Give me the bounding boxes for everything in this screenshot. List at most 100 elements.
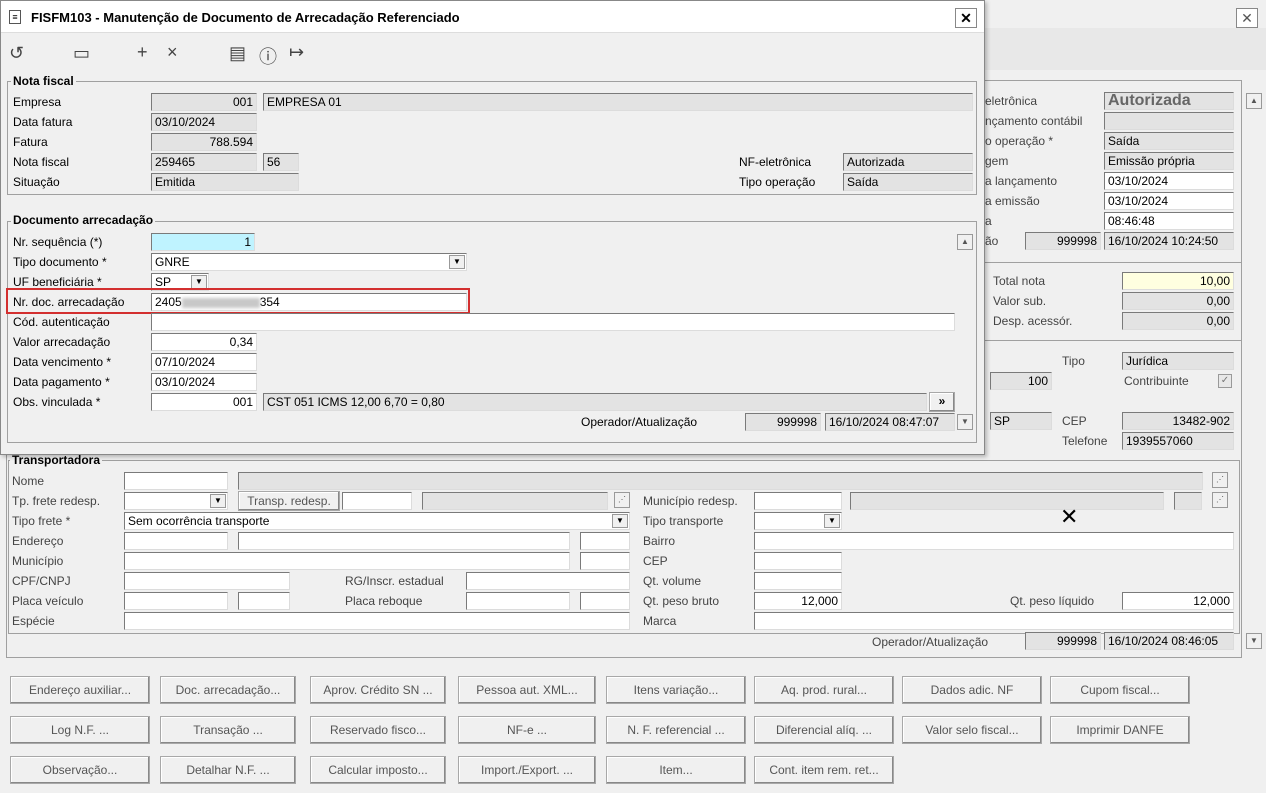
rg-field[interactable] <box>466 572 630 590</box>
add-icon[interactable]: + <box>137 42 148 63</box>
doc-scroll-down[interactable]: ▼ <box>957 414 973 430</box>
transp-redesp-button[interactable]: Transp. redesp. <box>238 491 340 511</box>
dialog-close-button[interactable]: ✕ <box>955 8 977 28</box>
transp-search-icon[interactable]: ⋰ <box>614 492 630 508</box>
action-button[interactable]: Diferencial alíq. ... <box>754 716 894 744</box>
seq-label: Nr. sequência (*) <box>13 235 103 249</box>
action-button[interactable]: Import./Export. ... <box>458 756 596 784</box>
action-button[interactable]: Reservado fisco... <box>310 716 446 744</box>
bairro-field[interactable] <box>754 532 1234 550</box>
uf-label: UF beneficiária * <box>13 275 102 289</box>
lanc-cont-label: nçamento contábil <box>985 114 1083 128</box>
help-icon[interactable]: ⓘ <box>259 43 277 69</box>
action-button[interactable]: NF-e ... <box>458 716 596 744</box>
action-button[interactable]: Doc. arrecadação... <box>160 676 296 704</box>
placa-uf[interactable] <box>238 592 290 610</box>
nota-label: Nota fiscal <box>13 155 70 169</box>
scroll-down[interactable]: ▼ <box>1246 633 1262 649</box>
calendar-icon[interactable]: ▤ <box>229 43 246 64</box>
action-button[interactable]: Aprov. Crédito SN ... <box>310 676 446 704</box>
mun-redesp-code[interactable] <box>754 492 842 510</box>
cpf-field[interactable] <box>124 572 290 590</box>
action-button[interactable]: Valor selo fiscal... <box>902 716 1042 744</box>
action-button[interactable]: Pessoa aut. XML... <box>458 676 596 704</box>
contrib-checkbox[interactable]: ✓ <box>1218 374 1232 388</box>
blurred-text <box>181 297 260 308</box>
action-button[interactable]: Endereço auxiliar... <box>10 676 150 704</box>
action-button[interactable]: Cupom fiscal... <box>1050 676 1190 704</box>
total-field[interactable]: 10,00 <box>1122 272 1234 290</box>
ao-date: 16/10/2024 10:24:50 <box>1104 232 1234 250</box>
action-button[interactable]: Cont. item rem. ret... <box>754 756 894 784</box>
municipio-uf[interactable] <box>580 552 630 570</box>
action-button[interactable]: Detalhar N.F. ... <box>160 756 296 784</box>
op-label: o operação * <box>985 134 1054 148</box>
nr-prefix: 2405 <box>155 295 182 309</box>
action-button[interactable]: Calcular imposto... <box>310 756 446 784</box>
obs-more-button[interactable]: » <box>929 392 955 412</box>
exit-icon[interactable]: ↦ <box>289 42 304 63</box>
data-lanc-field[interactable]: 03/10/2024 <box>1104 172 1234 190</box>
tipo-frete-select[interactable]: Sem ocorrência transporte ▼ <box>124 512 630 530</box>
hora-field[interactable]: 08:46:48 <box>1104 212 1234 230</box>
dialog-title: FISFM103 - Manutenção de Documento de Ar… <box>31 10 460 25</box>
main-close-button[interactable]: ✕ <box>1236 8 1258 28</box>
transp-op-code: 999998 <box>1025 632 1101 650</box>
qt-vol-field[interactable] <box>754 572 842 590</box>
pag-field[interactable]: 03/10/2024 <box>151 373 257 391</box>
peso-liq-field[interactable]: 12,000 <box>1122 592 1234 610</box>
especie-field[interactable] <box>124 612 630 630</box>
nome-search-icon[interactable]: ⋰ <box>1212 472 1228 488</box>
action-button[interactable]: Dados adic. NF <box>902 676 1042 704</box>
action-button[interactable]: Imprimir DANFE <box>1050 716 1190 744</box>
nf-title: Nota fiscal <box>11 74 76 88</box>
eletr-label: eletrônica <box>985 94 1038 108</box>
tipo-op-label: Tipo operação <box>739 175 816 189</box>
undo-icon[interactable]: ↺ <box>9 43 24 64</box>
mun-search-icon[interactable]: ⋰ <box>1212 492 1228 508</box>
action-button[interactable]: Log N.F. ... <box>10 716 150 744</box>
chevron-down-icon: ▼ <box>210 494 226 508</box>
action-button[interactable]: Aq. prod. rural... <box>754 676 894 704</box>
data-em-field[interactable]: 03/10/2024 <box>1104 192 1234 210</box>
cod-field[interactable] <box>151 313 955 331</box>
venc-field[interactable]: 07/10/2024 <box>151 353 257 371</box>
nome-label: Nome <box>12 474 45 488</box>
obs-code[interactable]: 001 <box>151 393 257 411</box>
tpfrete-redesp-select[interactable]: ▼ <box>124 492 228 510</box>
peso-bruto-field[interactable]: 12,000 <box>754 592 842 610</box>
action-button[interactable]: Itens variação... <box>606 676 746 704</box>
cep-field[interactable] <box>754 552 842 570</box>
action-button[interactable]: Transação ... <box>160 716 296 744</box>
nr-field[interactable]: 2405 354 <box>151 293 467 311</box>
endereco-code[interactable] <box>124 532 228 550</box>
tipo-transp-select[interactable]: ▼ <box>754 512 842 530</box>
seq-field[interactable]: 1 <box>151 233 255 251</box>
valor-field[interactable]: 0,34 <box>151 333 257 351</box>
ao-code: 999998 <box>1025 232 1101 250</box>
municipio-field[interactable] <box>124 552 570 570</box>
action-button[interactable]: Item... <box>606 756 746 784</box>
endereco-field[interactable] <box>238 532 570 550</box>
action-button[interactable]: Observação... <box>10 756 150 784</box>
qt-vol-label: Qt. volume <box>643 574 702 588</box>
placa-field[interactable] <box>124 592 228 610</box>
tipo-doc-select[interactable]: GNRE ▼ <box>151 253 467 271</box>
endereco-num[interactable] <box>580 532 630 550</box>
situacao-label: Situação <box>13 175 60 189</box>
placa-reb-field[interactable] <box>466 592 570 610</box>
placa-reb-uf[interactable] <box>580 592 630 610</box>
save-icon[interactable]: ▭ <box>73 43 90 64</box>
tel-label: Telefone <box>1062 434 1108 448</box>
nfe-field: Autorizada <box>843 153 973 171</box>
empresa-code: 001 <box>151 93 257 111</box>
tpfrete-redesp-label: Tp. frete redesp. <box>12 494 101 508</box>
nota-field: 259465 <box>151 153 257 171</box>
transp-redesp-code[interactable] <box>342 492 412 510</box>
nome-code[interactable] <box>124 472 228 490</box>
marca-field[interactable] <box>754 612 1234 630</box>
right-scroll-up[interactable]: ▲ <box>1246 93 1262 109</box>
action-button[interactable]: N. F. referencial ... <box>606 716 746 744</box>
doc-scroll-up[interactable]: ▲ <box>957 234 973 250</box>
delete-icon[interactable]: × <box>167 42 178 63</box>
